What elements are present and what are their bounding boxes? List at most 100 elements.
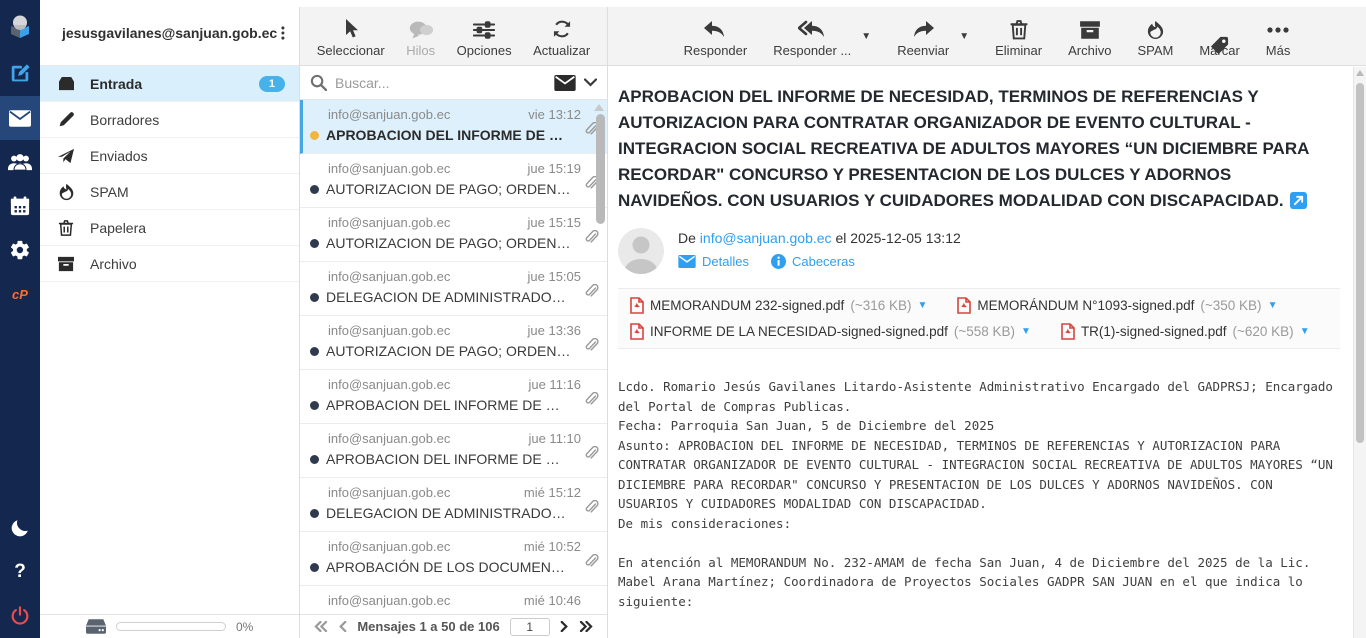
search-input[interactable] xyxy=(335,75,546,91)
account-menu[interactable]: jesusgavilanes@sanjuan.gob.ec xyxy=(40,0,299,66)
search-scope-mail-icon[interactable] xyxy=(554,75,576,91)
last-page-button[interactable] xyxy=(579,621,594,632)
message-row[interactable]: info@sanjuan.gob.ecvie 13:12 APROBACION … xyxy=(300,100,607,154)
folder-archivo[interactable]: Archivo xyxy=(40,246,299,282)
attachment-menu-caret[interactable]: ▼ xyxy=(1021,326,1031,337)
attachment-item: MEMORANDUM 232-signed.pdf (~316 KB) ▼ xyxy=(630,297,927,314)
app-rail: cP ? xyxy=(0,0,40,638)
more-button[interactable]: Más xyxy=(1266,20,1291,58)
headers-link[interactable]: Cabeceras xyxy=(771,254,855,269)
folder-entrada[interactable]: Entrada 1 xyxy=(40,66,299,102)
details-link[interactable]: Detalles xyxy=(678,254,749,269)
sender-email-link[interactable]: info@sanjuan.gob.ec xyxy=(700,230,832,246)
help-button[interactable]: ? xyxy=(0,550,40,594)
cpanel-button[interactable]: cP xyxy=(0,272,40,316)
search-options-chevron-icon[interactable] xyxy=(584,78,597,87)
quota-percent: 0% xyxy=(236,620,253,634)
quota-progress-bar xyxy=(116,622,226,631)
message-list: info@sanjuan.gob.ecvie 13:12 APROBACION … xyxy=(300,100,607,614)
next-page-button[interactable] xyxy=(560,621,569,632)
reply-button[interactable]: Responder xyxy=(684,20,748,58)
mark-button[interactable]: Marcar xyxy=(1199,35,1239,58)
message-row[interactable]: info@sanjuan.gob.ecmié 10:52 APROBACIÓN … xyxy=(300,532,607,586)
message-list-column: Seleccionar Hilos Opciones Actualizar xyxy=(300,0,608,638)
forward-button[interactable]: Reenviar xyxy=(897,20,949,58)
rail-settings-button[interactable] xyxy=(0,228,40,272)
attachment-menu-caret[interactable]: ▼ xyxy=(918,300,928,311)
compose-icon xyxy=(9,63,31,85)
folder-sidebar: jesusgavilanes@sanjuan.gob.ec Entrada 1 … xyxy=(40,0,300,638)
attachment-menu-caret[interactable]: ▼ xyxy=(1268,300,1278,311)
attachment-menu-caret[interactable]: ▼ xyxy=(1300,326,1310,337)
mail-icon xyxy=(9,110,31,127)
attachment-name[interactable]: MEMORANDUM 232-signed.pdf xyxy=(650,298,844,313)
message-row[interactable]: info@sanjuan.gob.ecjue 13:36 AUTORIZACIO… xyxy=(300,316,607,370)
send-icon xyxy=(56,146,76,166)
message-row[interactable]: info@sanjuan.gob.ecmié 10:46 xyxy=(300,586,607,614)
refresh-button[interactable]: Actualizar xyxy=(533,18,590,58)
folder-list: Entrada 1 Borradores Enviados SPAM Papel… xyxy=(40,66,299,614)
calendar-icon xyxy=(10,196,30,216)
pdf-file-icon xyxy=(630,297,644,314)
envelope-icon xyxy=(678,255,696,268)
attachment-name[interactable]: TR(1)-signed-signed.pdf xyxy=(1081,324,1227,339)
folder-papelera[interactable]: Papelera xyxy=(40,210,299,246)
list-scrollbar[interactable] xyxy=(596,114,605,224)
message-row[interactable]: info@sanjuan.gob.ecjue 15:15 AUTORIZACIO… xyxy=(300,208,607,262)
unread-dot xyxy=(310,509,319,518)
unread-dot xyxy=(310,455,319,464)
first-page-button[interactable] xyxy=(313,621,328,632)
message-row[interactable]: info@sanjuan.gob.ecjue 15:19 AUTORIZACIO… xyxy=(300,154,607,208)
reply-icon xyxy=(703,20,727,40)
compose-button[interactable] xyxy=(0,52,40,96)
folder-enviados[interactable]: Enviados xyxy=(40,138,299,174)
kebab-menu-icon[interactable] xyxy=(277,24,289,42)
folder-borradores[interactable]: Borradores xyxy=(40,102,299,138)
top-strip xyxy=(40,0,1366,7)
attachment-item: INFORME DE LA NECESIDAD-signed-signed.pd… xyxy=(630,323,1031,340)
fire-icon xyxy=(56,182,76,202)
archive-button[interactable]: Archivo xyxy=(1068,20,1111,58)
folder-spam[interactable]: SPAM xyxy=(40,174,299,210)
select-button[interactable]: Seleccionar xyxy=(317,18,385,58)
page-number-input[interactable] xyxy=(510,618,550,636)
attachment-item: MEMORÁNDUM N°1093-signed.pdf (~350 KB) ▼ xyxy=(957,297,1277,314)
reply-all-menu-caret[interactable]: ▼ xyxy=(861,31,871,42)
attachment-size: (~316 KB) xyxy=(850,298,911,313)
attachment-name[interactable]: MEMORÁNDUM N°1093-signed.pdf xyxy=(977,298,1194,313)
unread-dot xyxy=(310,293,319,302)
forward-menu-caret[interactable]: ▼ xyxy=(959,31,969,42)
reading-scrollbar[interactable] xyxy=(1353,67,1366,638)
message-row[interactable]: info@sanjuan.gob.ecjue 15:05 DELEGACION … xyxy=(300,262,607,316)
list-toolbar: Seleccionar Hilos Opciones Actualizar xyxy=(300,0,607,66)
dark-mode-button[interactable] xyxy=(0,506,40,550)
options-button[interactable]: Opciones xyxy=(457,20,512,58)
rail-calendar-button[interactable] xyxy=(0,184,40,228)
threads-button[interactable]: Hilos xyxy=(406,20,435,58)
message-row[interactable]: info@sanjuan.gob.ecjue 11:10 APROBACION … xyxy=(300,424,607,478)
rail-mail-button[interactable] xyxy=(0,96,40,140)
reply-all-button[interactable]: Responder ... xyxy=(773,20,851,58)
spam-button[interactable]: SPAM xyxy=(1137,20,1173,58)
scroll-thumb[interactable] xyxy=(1356,83,1364,443)
reading-pane: Responder Responder ... ▼ Reenviar ▼ Eli… xyxy=(608,0,1366,638)
sender-block: De info@sanjuan.gob.ec el 2025-12-05 13:… xyxy=(618,228,1340,274)
message-row[interactable]: info@sanjuan.gob.ecmié 15:12 DELEGACION … xyxy=(300,478,607,532)
open-in-new-window-icon[interactable] xyxy=(1290,192,1307,209)
scroll-up-arrow[interactable] xyxy=(1356,70,1364,76)
prev-page-button[interactable] xyxy=(338,621,347,632)
logout-button[interactable] xyxy=(0,594,40,638)
cpanel-icon: cP xyxy=(12,287,28,302)
delete-button[interactable]: Eliminar xyxy=(995,19,1042,58)
webmail-app: cP ? jesusgavilanes@sanjuan.gob.ec Entra… xyxy=(0,0,1366,638)
rail-contacts-button[interactable] xyxy=(0,140,40,184)
unread-dot xyxy=(310,185,319,194)
attachment-icon xyxy=(584,446,599,467)
message-row[interactable]: info@sanjuan.gob.ecjue 11:16 APROBACION … xyxy=(300,370,607,424)
attachment-icon xyxy=(584,500,599,521)
list-scroll-up-arrow[interactable] xyxy=(594,104,604,111)
attachment-name[interactable]: INFORME DE LA NECESIDAD-signed-signed.pd… xyxy=(650,324,948,339)
flag-dot xyxy=(310,131,319,140)
quota-display: 0% xyxy=(40,614,299,638)
reply-all-icon xyxy=(798,20,826,40)
